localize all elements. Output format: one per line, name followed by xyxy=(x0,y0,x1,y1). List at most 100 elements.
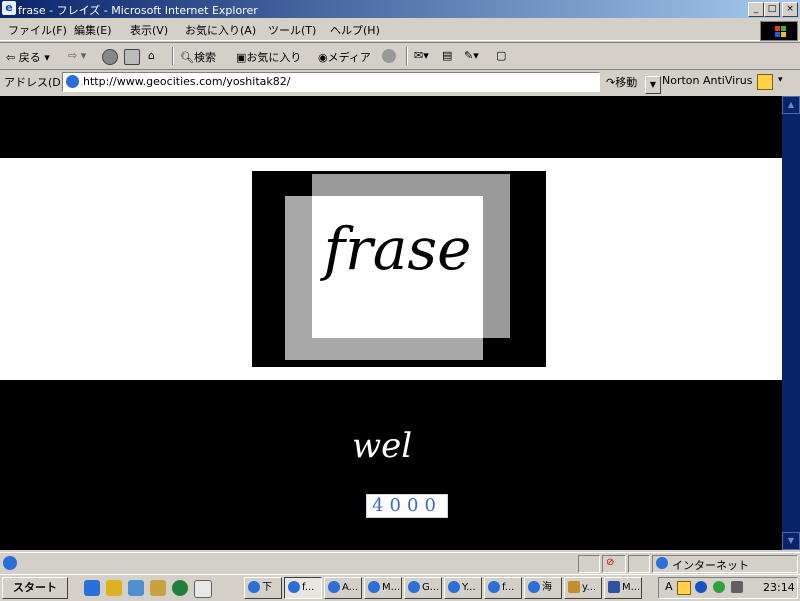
mail-quicklaunch-icon[interactable] xyxy=(128,580,144,596)
maximize-button[interactable]: □ xyxy=(764,2,780,17)
norton-tray-icon[interactable] xyxy=(677,581,691,595)
clock[interactable]: 23:14 xyxy=(763,581,795,594)
task-button[interactable]: 海 xyxy=(524,577,562,599)
forward-button[interactable]: ⇨ ▾ xyxy=(68,49,86,62)
menu-view[interactable]: 表示(V) xyxy=(130,22,168,38)
frase-logo[interactable]: frase xyxy=(252,171,546,367)
mail-icon: ✉▾ xyxy=(414,49,429,62)
menu-file[interactable]: ファイル(F) xyxy=(8,22,67,38)
system-tray: A 23:14 xyxy=(658,577,798,599)
back-arrow-icon: ⇦ xyxy=(6,51,16,64)
go-button[interactable]: ↷移動 xyxy=(606,74,637,90)
task-button[interactable]: Y... xyxy=(444,577,482,599)
refresh-icon xyxy=(124,49,140,65)
address-input[interactable]: http://www.geocities.com/yoshitak82/ ▼ xyxy=(62,72,661,94)
ie-icon xyxy=(408,581,420,593)
address-label: アドレス(D) xyxy=(4,76,66,89)
media-tray-icon[interactable] xyxy=(695,581,707,593)
ie-icon: e xyxy=(2,1,16,15)
app-icon xyxy=(608,581,620,593)
mail-button[interactable]: ✉▾ xyxy=(414,49,429,62)
chevron-down-icon[interactable]: ▾ xyxy=(778,75,783,85)
favorites-button[interactable]: ▣お気に入り xyxy=(236,49,301,65)
refresh-button[interactable] xyxy=(124,49,142,65)
status-bar: ⊘ インターネット xyxy=(0,552,800,573)
messenger-tray-icon[interactable] xyxy=(713,581,725,593)
menu-bar: ファイル(F) 編集(E) 表示(V) お気に入り(A) ツール(T) ヘルプ(… xyxy=(0,18,800,41)
media-button[interactable]: ◉メディア xyxy=(318,49,371,65)
menu-favorites[interactable]: お気に入り(A) xyxy=(185,22,256,38)
ie-quicklaunch-icon[interactable] xyxy=(84,580,100,596)
vertical-scrollbar[interactable]: ▲ ▼ xyxy=(782,96,800,550)
start-button[interactable]: スタート xyxy=(2,577,68,599)
scroll-up-button[interactable]: ▲ xyxy=(782,96,800,114)
edit-button[interactable]: ✎▾ xyxy=(464,49,479,62)
menu-help[interactable]: ヘルプ(H) xyxy=(330,22,380,38)
ie-icon xyxy=(248,581,260,593)
discuss-button[interactable]: ▢ xyxy=(496,49,506,62)
privacy-status[interactable]: ⊘ xyxy=(602,555,626,573)
task-button[interactable]: y... xyxy=(564,577,602,599)
edit-icon: ✎▾ xyxy=(464,49,479,62)
task-button[interactable]: M... xyxy=(604,577,642,599)
history-button[interactable] xyxy=(382,49,398,63)
print-icon: ▤ xyxy=(442,49,453,62)
ime-icon[interactable]: A xyxy=(665,580,673,593)
norton-antivirus-button[interactable]: Norton AntiVirus xyxy=(662,74,752,87)
address-url: http://www.geocities.com/yoshitak82/ xyxy=(83,75,291,88)
desktop-quicklaunch-icon[interactable] xyxy=(194,580,212,598)
network-tray-icon[interactable] xyxy=(731,581,743,593)
discuss-icon: ▢ xyxy=(496,49,507,62)
web-content: frase wel 4000 xyxy=(0,96,782,550)
stop-icon xyxy=(102,49,118,65)
status-cell xyxy=(578,555,600,573)
ie-icon xyxy=(448,581,460,593)
media-icon: ◉ xyxy=(318,51,328,64)
logo-text: frase xyxy=(323,215,472,283)
ie-icon xyxy=(528,581,540,593)
task-button[interactable]: f... xyxy=(484,577,522,599)
toolbar-separator xyxy=(406,47,408,65)
task-button[interactable]: M... xyxy=(364,577,402,599)
menu-edit[interactable]: 編集(E) xyxy=(74,22,112,38)
task-button[interactable]: 下 xyxy=(244,577,282,599)
forward-arrow-icon: ⇨ ▾ xyxy=(68,49,87,62)
stop-button[interactable] xyxy=(102,49,120,65)
globe-icon xyxy=(656,557,668,569)
print-button[interactable]: ▤ xyxy=(442,49,452,62)
status-cell xyxy=(628,555,650,573)
mx-quicklaunch-icon[interactable] xyxy=(172,580,188,596)
search-icon: 🔍︎ xyxy=(180,51,194,64)
go-arrow-icon: ↷ xyxy=(606,76,616,89)
windows-logo-icon xyxy=(760,21,798,41)
scroll-down-button[interactable]: ▼ xyxy=(782,532,800,550)
title-bar: e frase - フレイズ - Microsoft Internet Expl… xyxy=(0,0,800,18)
menu-tools[interactable]: ツール(T) xyxy=(268,22,316,38)
ie-icon xyxy=(488,581,500,593)
address-bar: アドレス(D) http://www.geocities.com/yoshita… xyxy=(0,69,800,95)
task-button-active[interactable]: f... xyxy=(284,577,322,599)
ie-icon xyxy=(328,581,340,593)
privacy-icon: ⊘ xyxy=(606,557,615,568)
window-title: frase - フレイズ - Microsoft Internet Explor… xyxy=(18,4,258,17)
task-button[interactable]: A... xyxy=(324,577,362,599)
back-button[interactable]: ⇦ 戻る ▾ xyxy=(6,49,50,65)
norton-icon[interactable] xyxy=(757,74,773,90)
home-button[interactable]: ⌂ xyxy=(148,49,155,62)
zone-text: インターネット xyxy=(672,559,749,572)
ie-icon xyxy=(66,75,79,88)
favorites-icon: ▣ xyxy=(236,51,247,64)
folder-icon xyxy=(568,581,580,593)
folder-quicklaunch-icon[interactable] xyxy=(106,580,122,596)
search-button[interactable]: 🔍︎検索 xyxy=(180,49,216,65)
app-quicklaunch-icon[interactable] xyxy=(150,580,166,596)
ie-icon xyxy=(3,556,17,570)
chevron-down-icon: ▾ xyxy=(44,51,50,64)
close-button[interactable]: × xyxy=(782,2,798,17)
history-icon xyxy=(382,49,396,63)
minimize-button[interactable]: _ xyxy=(748,2,764,17)
address-dropdown[interactable]: ▼ xyxy=(645,76,661,94)
welcome-text[interactable]: wel xyxy=(352,426,412,466)
toolbar: ⇦ 戻る ▾ ⇨ ▾ ⌂ 🔍︎検索 ▣お気に入り ◉メディア ✉▾ ▤ ✎▾ ▢ xyxy=(0,42,800,70)
task-button[interactable]: G... xyxy=(404,577,442,599)
